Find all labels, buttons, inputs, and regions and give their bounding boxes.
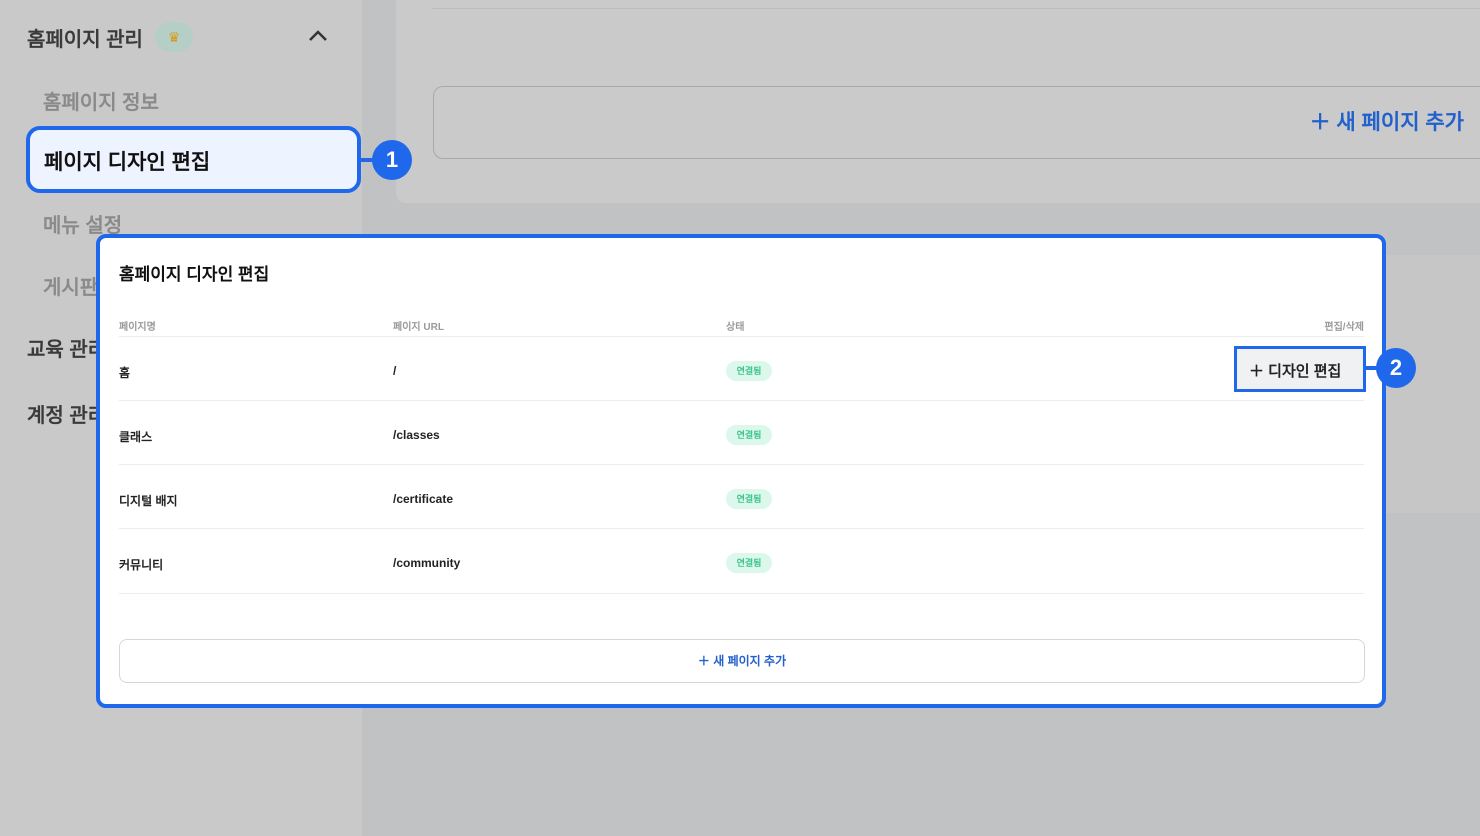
row-name: 홈 bbox=[119, 366, 131, 380]
status-badge: 연결됨 bbox=[726, 425, 772, 445]
callout-badge-2: 2 bbox=[1376, 348, 1416, 388]
add-page-label: 새 페이지 추가 bbox=[713, 654, 787, 668]
background-card: ＋ 새 페이지 추가 bbox=[396, 0, 1480, 203]
sidebar-item-homepage-info[interactable]: 홈페이지 정보 bbox=[43, 86, 159, 115]
crown-icon: ♛ bbox=[155, 22, 193, 52]
row-url: /classes bbox=[393, 428, 440, 442]
add-page-button[interactable]: ＋ 새 페이지 추가 bbox=[119, 639, 1365, 683]
status-badge: 연결됨 bbox=[726, 553, 772, 573]
design-edit-button[interactable]: ＋ 디자인 편집 bbox=[1234, 346, 1366, 392]
sidebar-item-board[interactable]: 게시판 bbox=[43, 271, 98, 300]
divider bbox=[119, 400, 1364, 401]
sidebar-group-education[interactable]: 교육 관리 bbox=[27, 333, 106, 362]
divider bbox=[119, 336, 1364, 337]
status-badge: 연결됨 bbox=[726, 361, 772, 381]
divider bbox=[119, 593, 1364, 594]
chevron-up-icon[interactable] bbox=[306, 24, 330, 48]
row-name: 클래스 bbox=[119, 430, 153, 444]
row-url: /community bbox=[393, 556, 461, 570]
sidebar-item-page-design-edit[interactable]: 페이지 디자인 편집 bbox=[26, 126, 361, 193]
divider bbox=[119, 464, 1364, 465]
divider bbox=[432, 8, 1480, 9]
column-header-url: 페이지 URL bbox=[393, 322, 444, 333]
modal-title: 홈페이지 디자인 편집 bbox=[119, 265, 270, 284]
row-name: 디지털 배지 bbox=[119, 494, 178, 508]
design-edit-label: 디자인 편집 bbox=[1268, 363, 1342, 380]
sidebar-group-homepage[interactable]: 홈페이지 관리 bbox=[27, 23, 143, 52]
row-name: 커뮤니티 bbox=[119, 558, 164, 572]
plus-icon: ＋ bbox=[697, 654, 714, 668]
design-edit-modal: 홈페이지 디자인 편집 페이지명 페이지 URL 상태 편집/삭제 홈 / 연결… bbox=[96, 234, 1386, 708]
plus-icon: ＋ bbox=[1309, 111, 1337, 134]
column-header-actions: 편집/삭제 bbox=[1324, 322, 1364, 333]
callout-badge-1: 1 bbox=[372, 140, 412, 180]
sidebar-group-account[interactable]: 계정 관리 bbox=[27, 399, 106, 428]
column-header-status: 상태 bbox=[726, 322, 745, 333]
background-add-page-label: 새 페이지 추가 bbox=[1336, 111, 1464, 134]
status-badge: 연결됨 bbox=[726, 489, 772, 509]
column-header-name: 페이지명 bbox=[119, 322, 156, 333]
row-url: / bbox=[393, 364, 397, 378]
divider bbox=[119, 528, 1364, 529]
plus-icon: ＋ bbox=[1249, 363, 1269, 380]
row-url: /certificate bbox=[393, 492, 454, 506]
